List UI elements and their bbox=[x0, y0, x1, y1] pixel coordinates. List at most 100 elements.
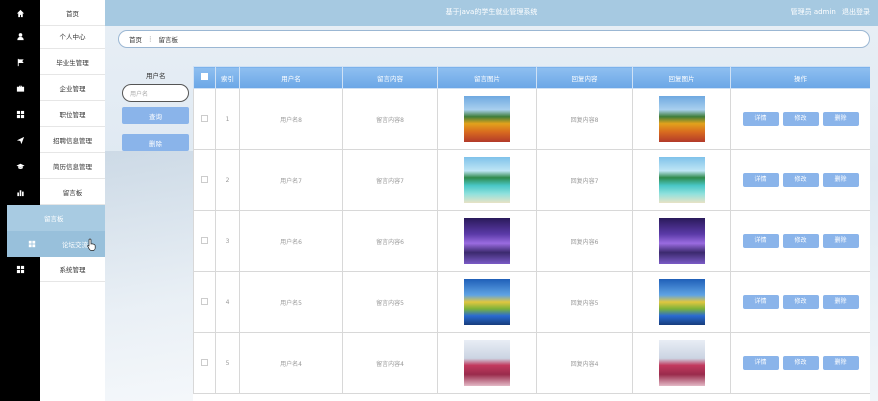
cell-username: 用户名6 bbox=[239, 210, 343, 272]
table-row: 5 用户名4 留言内容4 回复内容4 详情 修改 删除 bbox=[193, 332, 870, 394]
message-thumbnail[interactable] bbox=[464, 218, 510, 264]
cell-index: 3 bbox=[215, 210, 240, 272]
submenu-item-messageboard[interactable]: 留言板 bbox=[7, 205, 105, 231]
reply-thumbnail[interactable] bbox=[658, 340, 705, 386]
sidebar-item-resumes[interactable]: 简历信息管理 bbox=[40, 153, 105, 179]
sidebar-item-companies[interactable]: 企业管理 bbox=[40, 75, 105, 101]
cell-reply-image bbox=[632, 271, 731, 333]
cell-actions: 详情 修改 删除 bbox=[730, 210, 870, 272]
col-index: 索引 bbox=[215, 66, 240, 89]
cell-reply: 回复内容7 bbox=[536, 149, 633, 211]
message-thumbnail[interactable] bbox=[464, 157, 510, 203]
cell-reply: 回复内容8 bbox=[536, 88, 633, 150]
search-input[interactable]: 用户名 bbox=[122, 84, 189, 102]
background-mountain bbox=[105, 151, 200, 401]
cell-actions: 详情 修改 删除 bbox=[730, 271, 870, 333]
cell-message-image bbox=[437, 149, 537, 211]
row-delete-button[interactable]: 删除 bbox=[822, 112, 859, 126]
row-checkbox[interactable] bbox=[193, 149, 216, 211]
chart-icon[interactable] bbox=[0, 179, 40, 205]
cell-username: 用户名4 bbox=[239, 332, 343, 394]
reply-thumbnail[interactable] bbox=[658, 279, 705, 325]
user-icon[interactable] bbox=[0, 23, 40, 49]
cell-reply: 回复内容4 bbox=[536, 332, 633, 394]
message-thumbnail[interactable] bbox=[464, 96, 510, 142]
cell-index: 4 bbox=[215, 271, 240, 333]
col-username: 用户名 bbox=[239, 66, 343, 89]
sidebar-item-system[interactable]: 系统管理 bbox=[40, 256, 105, 282]
query-button[interactable]: 查询 bbox=[122, 107, 189, 124]
detail-button[interactable]: 详情 bbox=[742, 295, 779, 309]
logout-link[interactable]: 退出登录 bbox=[842, 8, 870, 16]
briefcase-icon[interactable] bbox=[0, 75, 40, 101]
row-checkbox[interactable] bbox=[193, 271, 216, 333]
cell-message-image bbox=[437, 271, 537, 333]
detail-button[interactable]: 详情 bbox=[742, 234, 779, 248]
table-row: 3 用户名6 留言内容6 回复内容6 详情 修改 删除 bbox=[193, 210, 870, 272]
cell-username: 用户名8 bbox=[239, 88, 343, 150]
message-thumbnail[interactable] bbox=[464, 340, 510, 386]
row-checkbox[interactable] bbox=[193, 210, 216, 272]
row-checkbox[interactable] bbox=[193, 88, 216, 150]
edit-button[interactable]: 修改 bbox=[782, 173, 819, 187]
cell-index: 1 bbox=[215, 88, 240, 150]
select-all-checkbox[interactable] bbox=[193, 66, 216, 89]
reply-thumbnail[interactable] bbox=[658, 157, 705, 203]
table-row: 1 用户名8 留言内容8 回复内容8 详情 修改 删除 bbox=[193, 88, 870, 150]
breadcrumb-current: 留言板 bbox=[158, 36, 179, 44]
edit-button[interactable]: 修改 bbox=[782, 295, 819, 309]
detail-button[interactable]: 详情 bbox=[742, 173, 779, 187]
reply-thumbnail[interactable] bbox=[658, 96, 705, 142]
edit-button[interactable]: 修改 bbox=[782, 356, 819, 370]
sidebar: 首页 个人中心 毕业生管理 企业管理 职位管理 招聘信息管理 简历信息管理 留言… bbox=[40, 0, 105, 401]
cell-reply-image bbox=[632, 88, 731, 150]
sidebar-item-messageboard[interactable]: 留言板 bbox=[40, 179, 105, 205]
cell-username: 用户名5 bbox=[239, 271, 343, 333]
message-thumbnail[interactable] bbox=[464, 279, 510, 325]
sidebar-item-profile[interactable]: 个人中心 bbox=[40, 23, 105, 49]
delete-button[interactable]: 删除 bbox=[122, 134, 189, 151]
row-checkbox[interactable] bbox=[193, 332, 216, 394]
reply-thumbnail[interactable] bbox=[658, 218, 705, 264]
col-actions: 操作 bbox=[730, 66, 870, 89]
send-icon[interactable] bbox=[0, 127, 40, 153]
detail-button[interactable]: 详情 bbox=[742, 356, 779, 370]
cell-actions: 详情 修改 删除 bbox=[730, 332, 870, 394]
cell-reply: 回复内容6 bbox=[536, 210, 633, 272]
edit-button[interactable]: 修改 bbox=[782, 234, 819, 248]
grid-icon[interactable] bbox=[0, 101, 40, 127]
col-message: 留言内容 bbox=[342, 66, 438, 89]
user-area: 管理员 admin 退出登录 bbox=[787, 7, 870, 17]
grid-icon bbox=[28, 240, 36, 248]
graduation-icon[interactable] bbox=[0, 153, 40, 179]
row-delete-button[interactable]: 删除 bbox=[822, 173, 859, 187]
sidebar-item-graduates[interactable]: 毕业生管理 bbox=[40, 49, 105, 75]
breadcrumb-separator: ⋮ bbox=[147, 35, 154, 43]
table-header-row: 索引 用户名 留言内容 留言图片 回复内容 回复图片 操作 bbox=[193, 66, 870, 89]
edit-button[interactable]: 修改 bbox=[782, 112, 819, 126]
hand-cursor-icon bbox=[87, 238, 96, 251]
app-title: 基于java的学生就业管理系统 bbox=[445, 8, 538, 16]
sidebar-item-positions[interactable]: 职位管理 bbox=[40, 101, 105, 127]
grid-icon[interactable] bbox=[0, 256, 40, 282]
detail-button[interactable]: 详情 bbox=[742, 112, 779, 126]
row-delete-button[interactable]: 删除 bbox=[822, 356, 859, 370]
row-delete-button[interactable]: 删除 bbox=[822, 234, 859, 248]
cell-username: 用户名7 bbox=[239, 149, 343, 211]
cell-message-image bbox=[437, 210, 537, 272]
flag-icon[interactable] bbox=[0, 49, 40, 75]
top-header: 基于java的学生就业管理系统 管理员 admin 退出登录 bbox=[105, 0, 878, 26]
cell-actions: 详情 修改 删除 bbox=[730, 88, 870, 150]
breadcrumb: 首页 ⋮ 留言板 bbox=[118, 30, 870, 48]
cell-message: 留言内容6 bbox=[342, 210, 438, 272]
cell-message-image bbox=[437, 88, 537, 150]
cell-actions: 详情 修改 删除 bbox=[730, 149, 870, 211]
search-label: 用户名 bbox=[146, 72, 166, 80]
sidebar-item-recruitment[interactable]: 招聘信息管理 bbox=[40, 127, 105, 153]
cell-reply-image bbox=[632, 210, 731, 272]
cell-index: 5 bbox=[215, 332, 240, 394]
cell-message: 留言内容4 bbox=[342, 332, 438, 394]
table-row: 2 用户名7 留言内容7 回复内容7 详情 修改 删除 bbox=[193, 149, 870, 211]
breadcrumb-home[interactable]: 首页 bbox=[129, 34, 142, 44]
row-delete-button[interactable]: 删除 bbox=[822, 295, 859, 309]
